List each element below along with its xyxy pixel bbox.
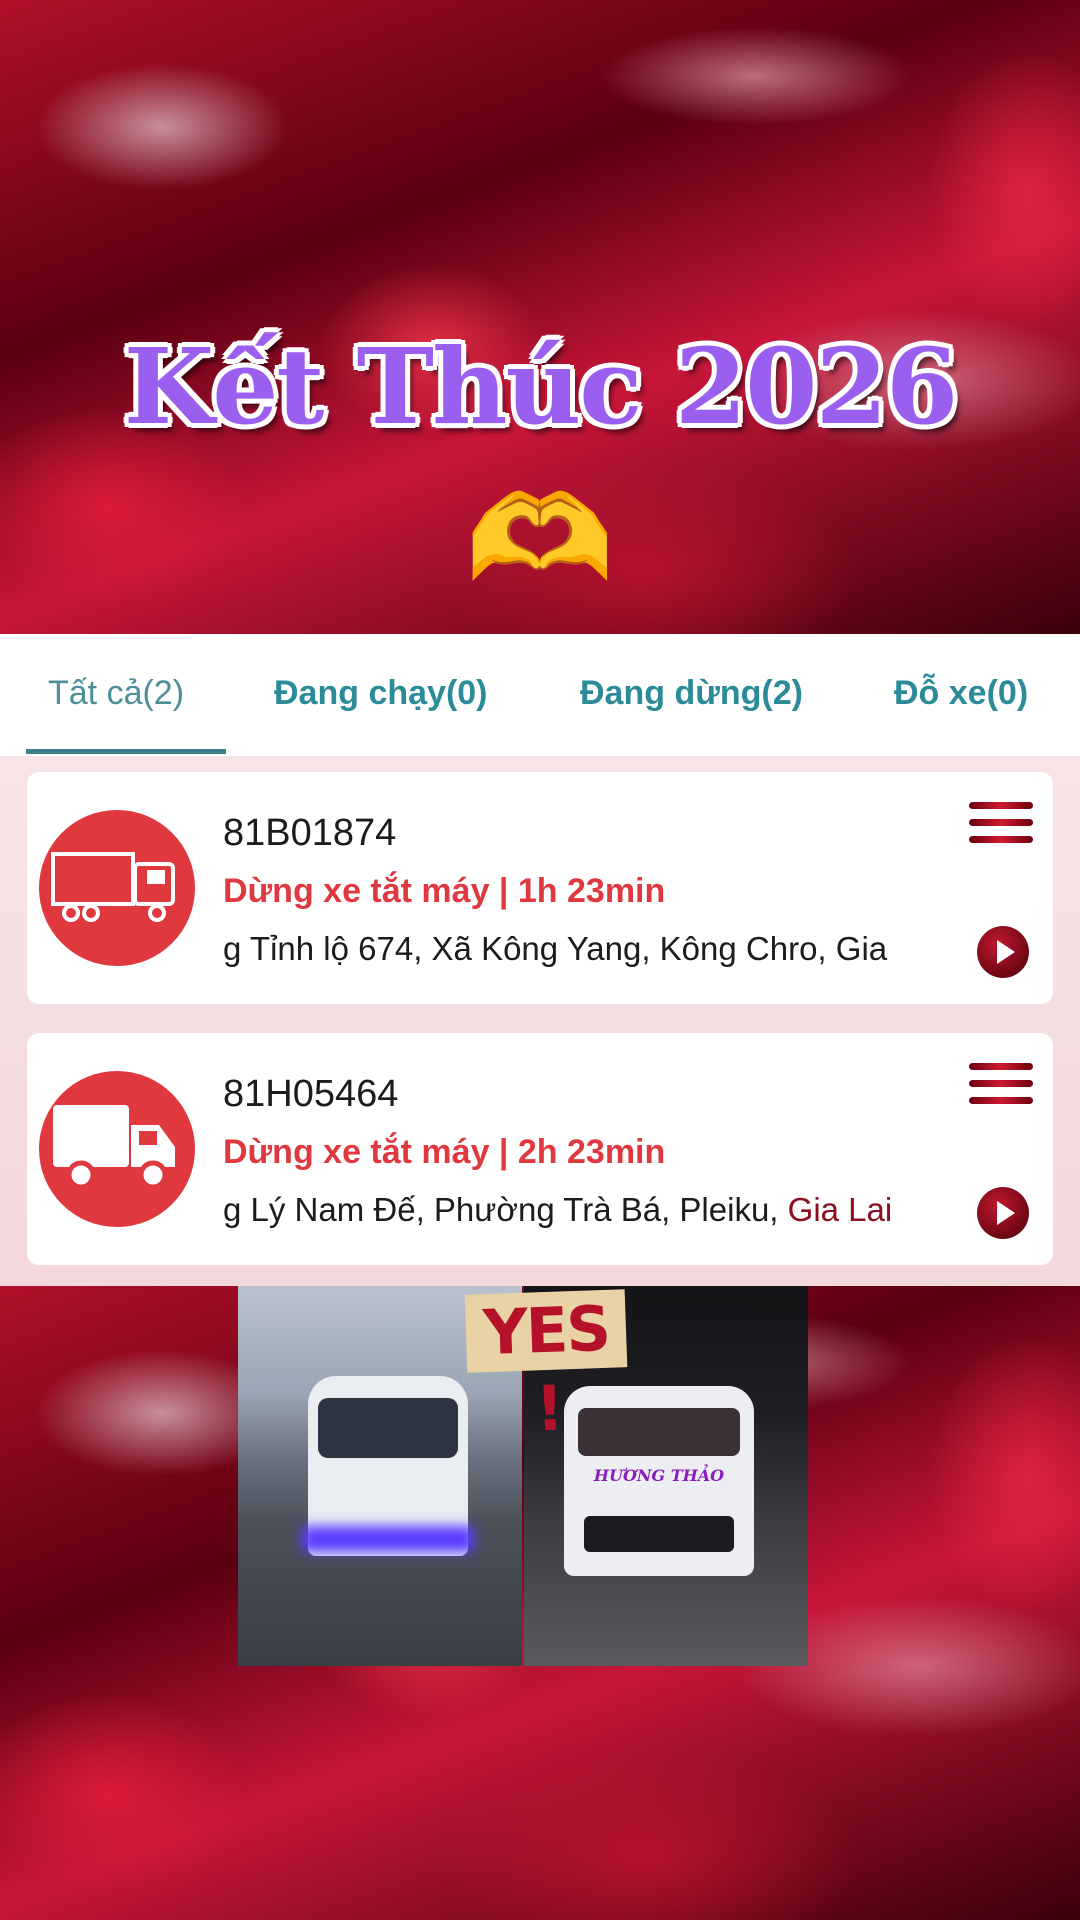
yes-sticker: YES ! (464, 1289, 628, 1445)
address-province: Gia Lai (787, 1191, 893, 1228)
address-main: g Lý Nam Đế, Phường Trà Bá, Pleiku, (223, 1191, 788, 1228)
van-illustration: HƯƠNG THẢO (564, 1386, 754, 1576)
vehicle-list: 81B01874 Dừng xe tắt máy | 1h 23min g Tỉ… (0, 756, 1080, 1286)
bus-brand-label: HƯƠNG THẢO (593, 1466, 725, 1485)
play-icon[interactable] (977, 1187, 1029, 1239)
vehicle-plate: 81H05464 (223, 1073, 399, 1115)
tab-stopped[interactable]: Đang dừng(2) (580, 674, 803, 713)
tab-all[interactable]: Tất cả(2) (48, 674, 184, 713)
tab-running[interactable]: Đang chạy(0) (274, 674, 488, 713)
play-icon[interactable] (977, 926, 1029, 978)
menu-icon[interactable] (969, 802, 1033, 850)
overlay-title: Kết Thúc 2026 (123, 325, 958, 448)
tab-active-indicator (26, 749, 226, 754)
vehicle-status: Dừng xe tắt máy | 2h 23min (223, 1133, 666, 1171)
menu-icon[interactable] (969, 1063, 1033, 1111)
truck-icon (39, 1071, 195, 1227)
vehicle-plate: 81B01874 (223, 812, 397, 854)
vehicle-address: g Tỉnh lộ 674, Xã Kông Yang, Kông Chro, … (223, 930, 888, 967)
tab-parked[interactable]: Đỗ xe(0) (894, 674, 1028, 713)
vehicle-status: Dừng xe tắt máy | 1h 23min (223, 872, 666, 910)
status-tab-bar: Tất cả(2) Đang chạy(0) Đang dừng(2) Đỗ x… (0, 634, 1080, 756)
heart-hands-icon: 🫶 (465, 470, 615, 609)
vehicle-address: g Lý Nam Đế, Phường Trà Bá, Pleiku, Gia … (223, 1191, 978, 1235)
bus-illustration (302, 1376, 474, 1556)
vehicle-card[interactable]: 81H05464 Dừng xe tắt máy | 2h 23min g Lý… (27, 1033, 1053, 1265)
vehicle-card[interactable]: 81B01874 Dừng xe tắt máy | 1h 23min g Tỉ… (27, 772, 1053, 1004)
truck-icon (39, 810, 195, 966)
